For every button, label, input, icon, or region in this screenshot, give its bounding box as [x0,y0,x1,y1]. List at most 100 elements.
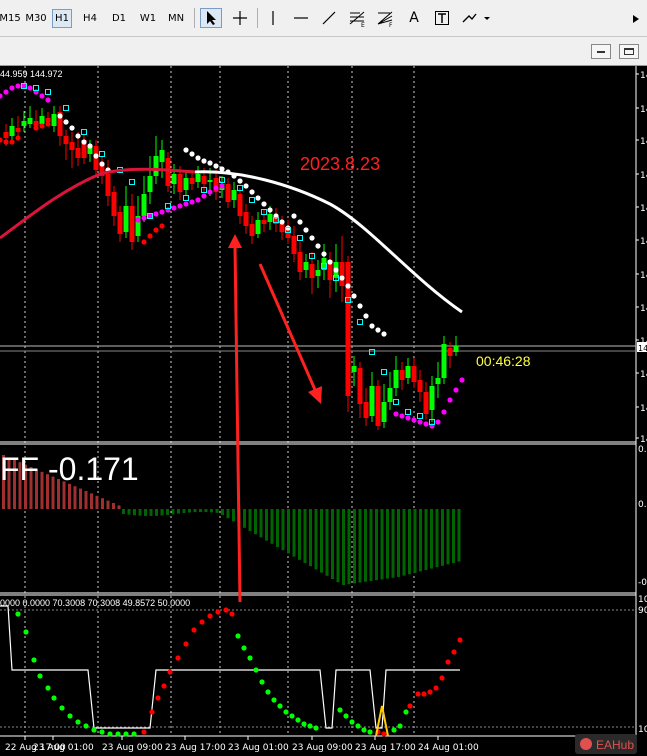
toolbar-separator [194,8,195,28]
candle-body [429,386,435,410]
psar-dot [159,209,165,215]
psar-dot [207,189,213,195]
annotation-arrows [228,234,322,603]
stoch-dot-red [149,709,155,715]
psar-dot [423,421,429,427]
macd-bar-negative [254,509,257,535]
timeframe-m30[interactable]: M30 [24,9,48,28]
maximize-icon[interactable] [619,44,639,59]
candlesticks [3,106,459,430]
vertical-line-icon[interactable] [262,8,284,28]
signal-marker [357,319,363,325]
stoch-dot-green [403,709,409,715]
timeframe-d1[interactable]: D1 [108,9,130,28]
stoch-dot-green [313,725,319,731]
candle-body [51,114,57,126]
psar-dot [0,93,3,99]
macd-bar-negative [430,509,433,569]
macd-bar-positive [68,483,71,509]
psar-dot [69,125,75,131]
crosshair-icon[interactable] [229,8,251,28]
macd-bar-negative [155,509,158,516]
macd-bar-negative [210,509,213,513]
candle-body [381,402,387,422]
psar-dot [171,205,177,211]
candle-body [9,126,15,136]
stoch-dot-green [247,655,253,661]
macd-bar-negative [215,509,219,513]
chart-canvas[interactable]: 141414141414141414141414140.40.-01090102… [0,66,647,756]
stoch-dot-green [99,729,105,735]
macd-bar-positive [101,498,104,509]
stoch-dot-green [83,723,89,729]
stoch-dot-green [253,667,259,673]
macd-bar-negative [166,509,169,515]
candle-body [63,136,69,144]
macd-bar-negative [424,509,428,570]
signal-marker [45,89,51,95]
fibonacci-fan-icon[interactable]: F [374,8,396,28]
macd-bar-negative [303,509,307,563]
macd-bar-negative [331,509,334,579]
macd-bar-negative [314,509,318,570]
psar-dot [459,377,465,383]
fibonacci-icon[interactable]: E [346,8,368,28]
psar-dot [201,193,207,199]
cursor-icon[interactable] [200,8,222,28]
candle-body [177,174,183,192]
psar-dot [393,411,399,417]
horizontal-line-icon[interactable] [290,8,312,28]
stoch-dot-red [167,669,173,675]
candle-body [363,402,369,418]
candle-body [435,378,441,384]
psar-dot [39,123,45,129]
text-icon[interactable]: A [403,8,425,28]
macd-bar-negative [353,509,356,584]
macd-bar-negative [441,509,444,566]
timeframe-h1[interactable]: H1 [52,9,72,28]
stoch-tick-label: 90 [638,606,647,616]
psar-dot [135,217,141,223]
price-tick-label: 14 [640,171,647,181]
psar-dot [453,387,459,393]
stoch-dot-green [337,707,343,713]
psar-dot [219,183,225,189]
candle-body [351,366,357,372]
stoch-dot-green [307,723,313,729]
timeframe-mn[interactable]: MN [164,9,188,28]
psar-dot [21,83,27,89]
candle-body [297,252,303,272]
stoch-dot-red [175,655,181,661]
timeframe-w1[interactable]: W1 [137,9,159,28]
stoch-dot-green [301,721,307,727]
psar-dot [447,397,453,403]
trendline-icon[interactable] [318,8,340,28]
macd-bar-negative [375,509,378,581]
price-tick-label: 14 [640,137,647,147]
candle-body [339,262,345,286]
psar-dot [177,203,183,209]
timeframe-m15[interactable]: M15 [0,9,21,28]
psar-dot [213,163,219,169]
minimize-icon[interactable] [591,44,611,59]
psar-dot [243,183,249,189]
psar-dot [411,417,417,423]
stoch-dot-green [59,705,65,711]
price-tick-label: 14 [640,404,647,414]
stoch-dot-green [241,645,247,651]
stoch-dot-green [367,729,373,735]
timeframe-h4[interactable]: H4 [80,9,100,28]
macd-tick-label: -0 [638,578,647,588]
psar-dot [39,93,45,99]
psar-dot [57,113,63,119]
watermark-text: EAHub [596,738,634,752]
text-label-icon[interactable] [431,8,453,28]
psar-dot [375,327,381,333]
shapes-dropdown-icon[interactable] [460,8,492,28]
psar-dot [309,235,315,241]
overflow-arrow-icon[interactable] [633,8,639,23]
psar-dot [327,259,333,265]
stoch-dot-green [289,713,295,719]
candle-body [117,212,123,234]
macd-bar-negative [226,509,230,519]
